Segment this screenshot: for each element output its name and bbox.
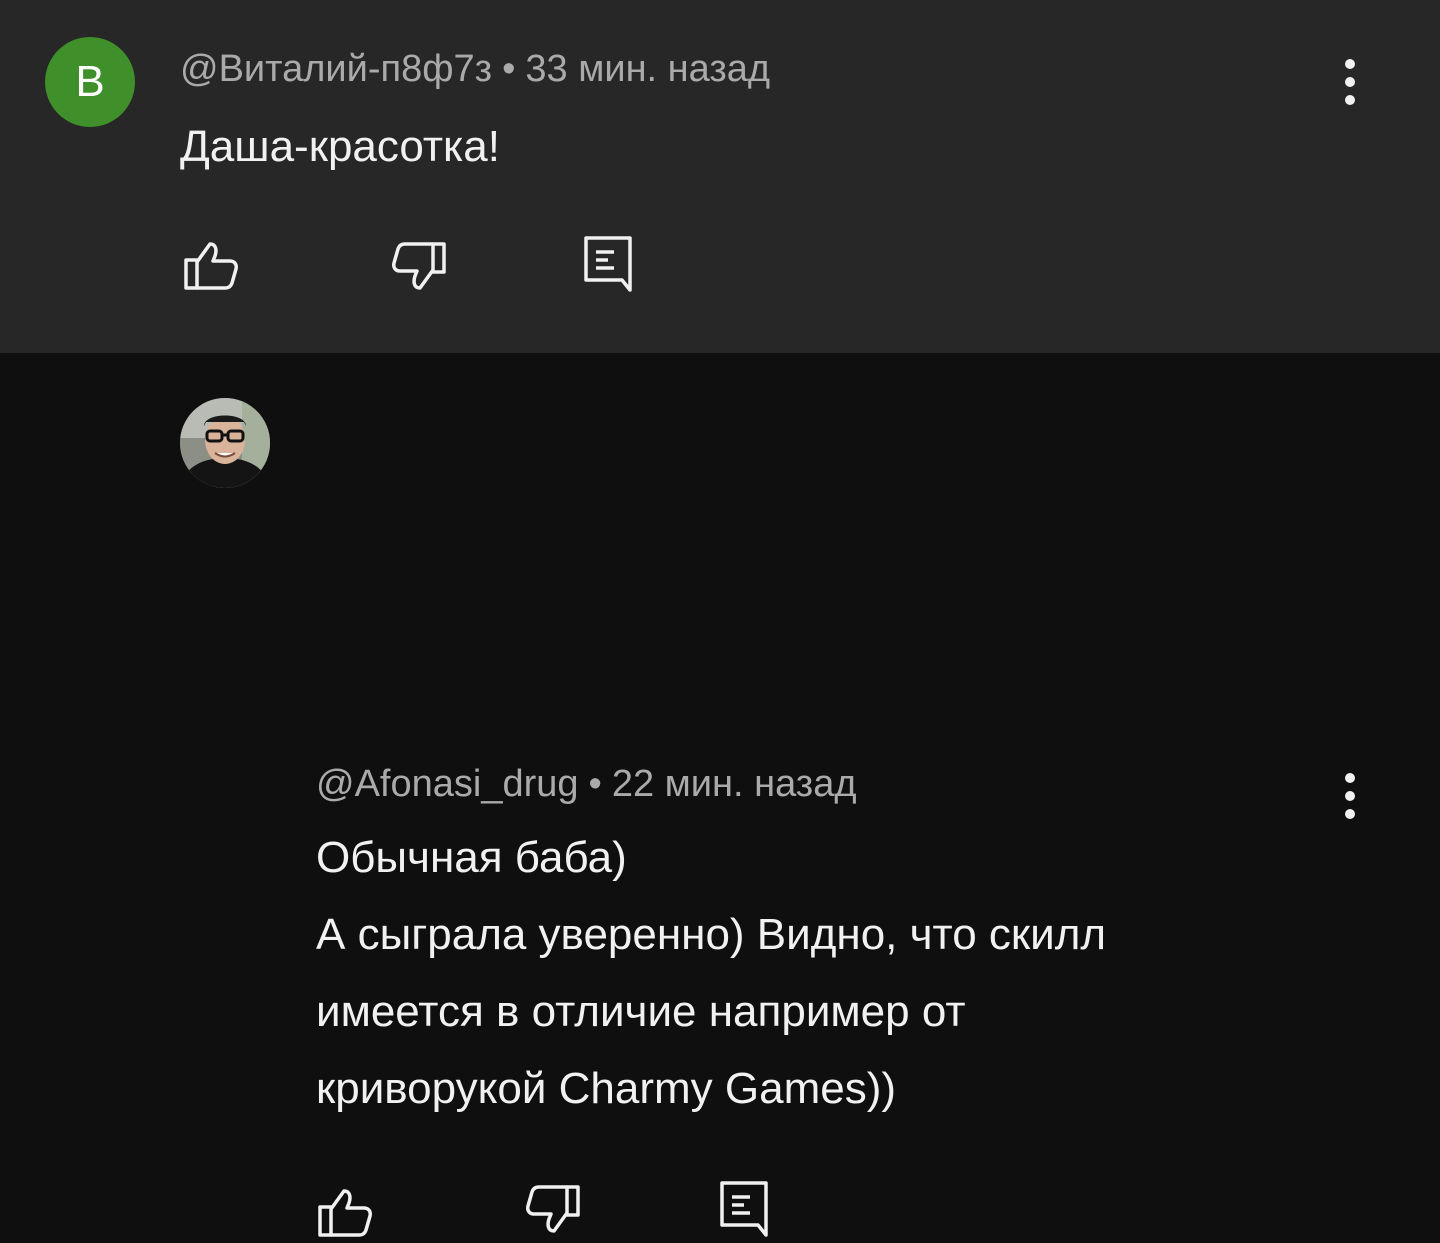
comment-text-line: Даша-красотка! bbox=[180, 122, 500, 171]
more-options-button[interactable] bbox=[1335, 52, 1365, 112]
comment-text-line: Обычная баба) bbox=[316, 833, 627, 882]
meta-separator: • bbox=[588, 763, 602, 805]
comment-author[interactable]: @Виталий-п8ф7з bbox=[180, 48, 492, 90]
reply-button[interactable] bbox=[714, 1177, 774, 1237]
meta-separator: • bbox=[502, 48, 516, 90]
comment-text-line: криворукой Charmy Games)) bbox=[316, 1064, 897, 1113]
avatar[interactable]: В bbox=[45, 37, 135, 127]
more-options-button[interactable] bbox=[1335, 766, 1365, 826]
dislike-button[interactable] bbox=[524, 1179, 584, 1239]
avatar[interactable] bbox=[180, 398, 270, 488]
reply-button[interactable] bbox=[578, 232, 638, 292]
comment-text-line: А сыграла уверенно) Видно, что скилл bbox=[316, 910, 1107, 959]
reply-icon bbox=[584, 236, 632, 292]
dislike-icon bbox=[526, 1185, 580, 1233]
like-icon bbox=[318, 1189, 372, 1237]
like-button[interactable] bbox=[180, 236, 240, 296]
more-vertical-icon bbox=[1345, 773, 1355, 819]
comment-item: @Afonasi_drug • 22 мин. назад Обычная баба… bbox=[0, 353, 1440, 1237]
comment-meta: @Afonasi_drug • 22 мин. назад bbox=[316, 763, 857, 806]
more-vertical-icon bbox=[1345, 59, 1355, 105]
like-icon bbox=[184, 242, 238, 290]
comment-text-line: имеется в отличие например от bbox=[316, 987, 966, 1036]
dislike-button[interactable] bbox=[390, 236, 450, 296]
comment-meta: @Виталий-п8ф7з • 33 мин. назад bbox=[180, 48, 770, 91]
like-button[interactable] bbox=[314, 1183, 374, 1243]
dislike-icon bbox=[392, 242, 446, 290]
comment-time: 22 мин. назад bbox=[611, 763, 857, 805]
comment-item: В @Виталий-п8ф7з • 33 мин. назад Даша-крас… bbox=[0, 0, 1440, 353]
comment-author[interactable]: @Afonasi_drug bbox=[316, 763, 579, 805]
avatar-photo bbox=[180, 398, 270, 488]
comment-time: 33 мин. назад bbox=[525, 48, 771, 90]
comment-text: Обычная баба) А сыграла уверенно) Видно,… bbox=[316, 819, 1106, 1127]
comment-text: Даша-красотка! bbox=[180, 108, 500, 185]
reply-icon bbox=[720, 1181, 768, 1237]
